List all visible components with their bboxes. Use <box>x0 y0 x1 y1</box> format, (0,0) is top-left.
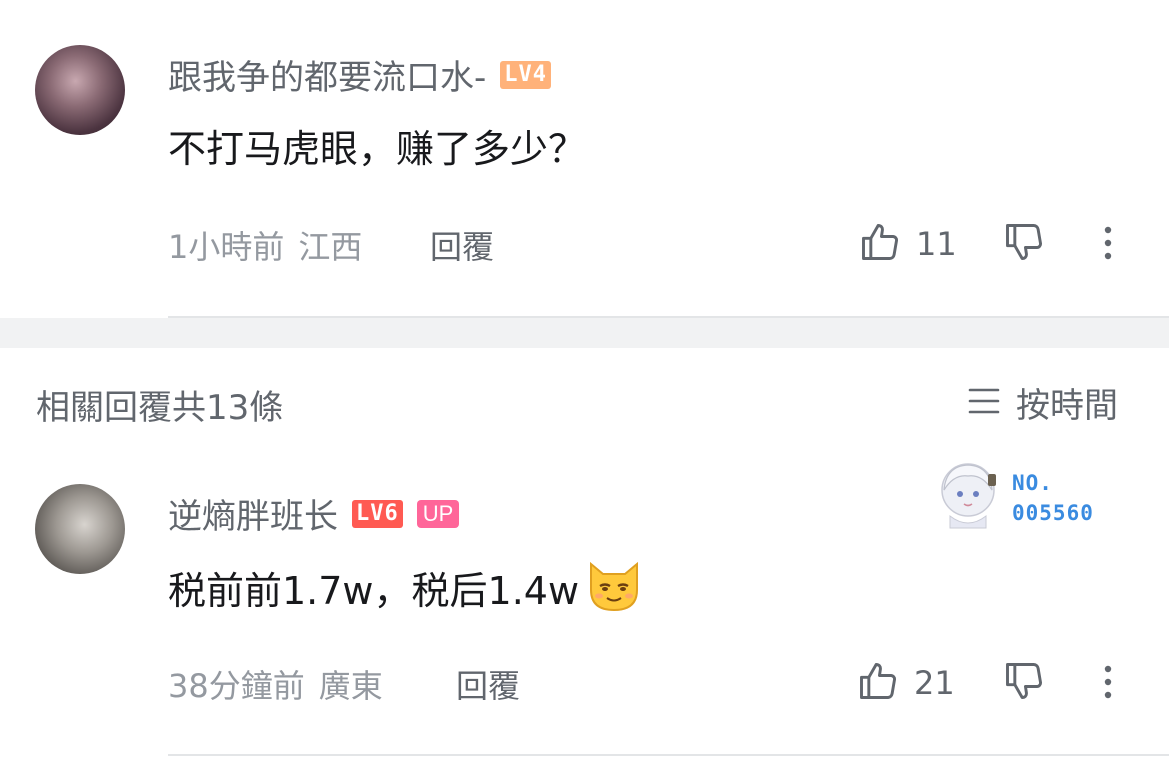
fan-number-value: 005560 <box>1012 501 1094 525</box>
sort-by-time-button[interactable]: 按時間 <box>966 378 1118 427</box>
level-badge: LV4 <box>500 60 552 89</box>
fan-number-prefix: NO. <box>1012 471 1053 495</box>
dislike-button[interactable] <box>1002 659 1046 707</box>
section-gap <box>0 318 1169 348</box>
username[interactable]: 跟我争的都要流口水- <box>168 50 486 99</box>
timestamp: 38分鐘前 <box>168 667 305 705</box>
location: 江西 <box>298 228 363 266</box>
thumbs-down-icon <box>1002 224 1046 268</box>
comment-header: 跟我争的都要流口水- LV4 <box>168 50 552 99</box>
dislike-button[interactable] <box>1002 220 1046 268</box>
thumbs-up-icon <box>856 659 900 707</box>
sort-label: 按時間 <box>1016 386 1118 426</box>
smug-cat-emoji-icon <box>585 556 643 618</box>
thumbs-down-icon <box>1002 663 1046 707</box>
thumbs-up-icon <box>858 220 902 268</box>
timestamp: 1小時前 <box>168 228 285 266</box>
username[interactable]: 逆熵胖班长 <box>168 489 338 538</box>
comment-text: 不打马虎眼，赚了多少？ <box>168 127 587 171</box>
more-options-icon[interactable] <box>1096 663 1120 703</box>
anime-girl-icon <box>932 460 1002 536</box>
comment-meta: 1小時前 江西 <box>168 222 362 268</box>
reply-text: 税前前1.7w，税后1.4w <box>168 568 580 613</box>
reply-header: 逆熵胖班长 LV6 UP <box>168 489 460 538</box>
reply-button[interactable]: 回覆 <box>456 661 520 707</box>
more-options-icon[interactable] <box>1096 224 1120 264</box>
divider <box>168 754 1169 756</box>
replies-count-title: 相關回覆共13條 <box>36 388 284 428</box>
sort-icon <box>966 383 1002 423</box>
reply-button[interactable]: 回覆 <box>430 222 494 268</box>
avatar[interactable] <box>35 484 125 574</box>
like-count: 11 <box>916 225 957 263</box>
avatar[interactable] <box>35 45 125 135</box>
like-button[interactable]: 11 <box>858 220 957 268</box>
fan-number: NO. 005560 <box>1012 468 1094 528</box>
up-badge: UP <box>416 499 460 528</box>
reply-meta: 38分鐘前 廣東 <box>168 661 383 707</box>
like-button[interactable]: 21 <box>856 659 955 707</box>
location: 廣東 <box>318 667 383 705</box>
level-badge: LV6 <box>352 499 403 528</box>
reply-text-row: 税前前1.7w，税后1.4w <box>168 556 643 618</box>
fan-badge: NO. 005560 <box>932 460 1094 536</box>
like-count: 21 <box>914 664 955 702</box>
